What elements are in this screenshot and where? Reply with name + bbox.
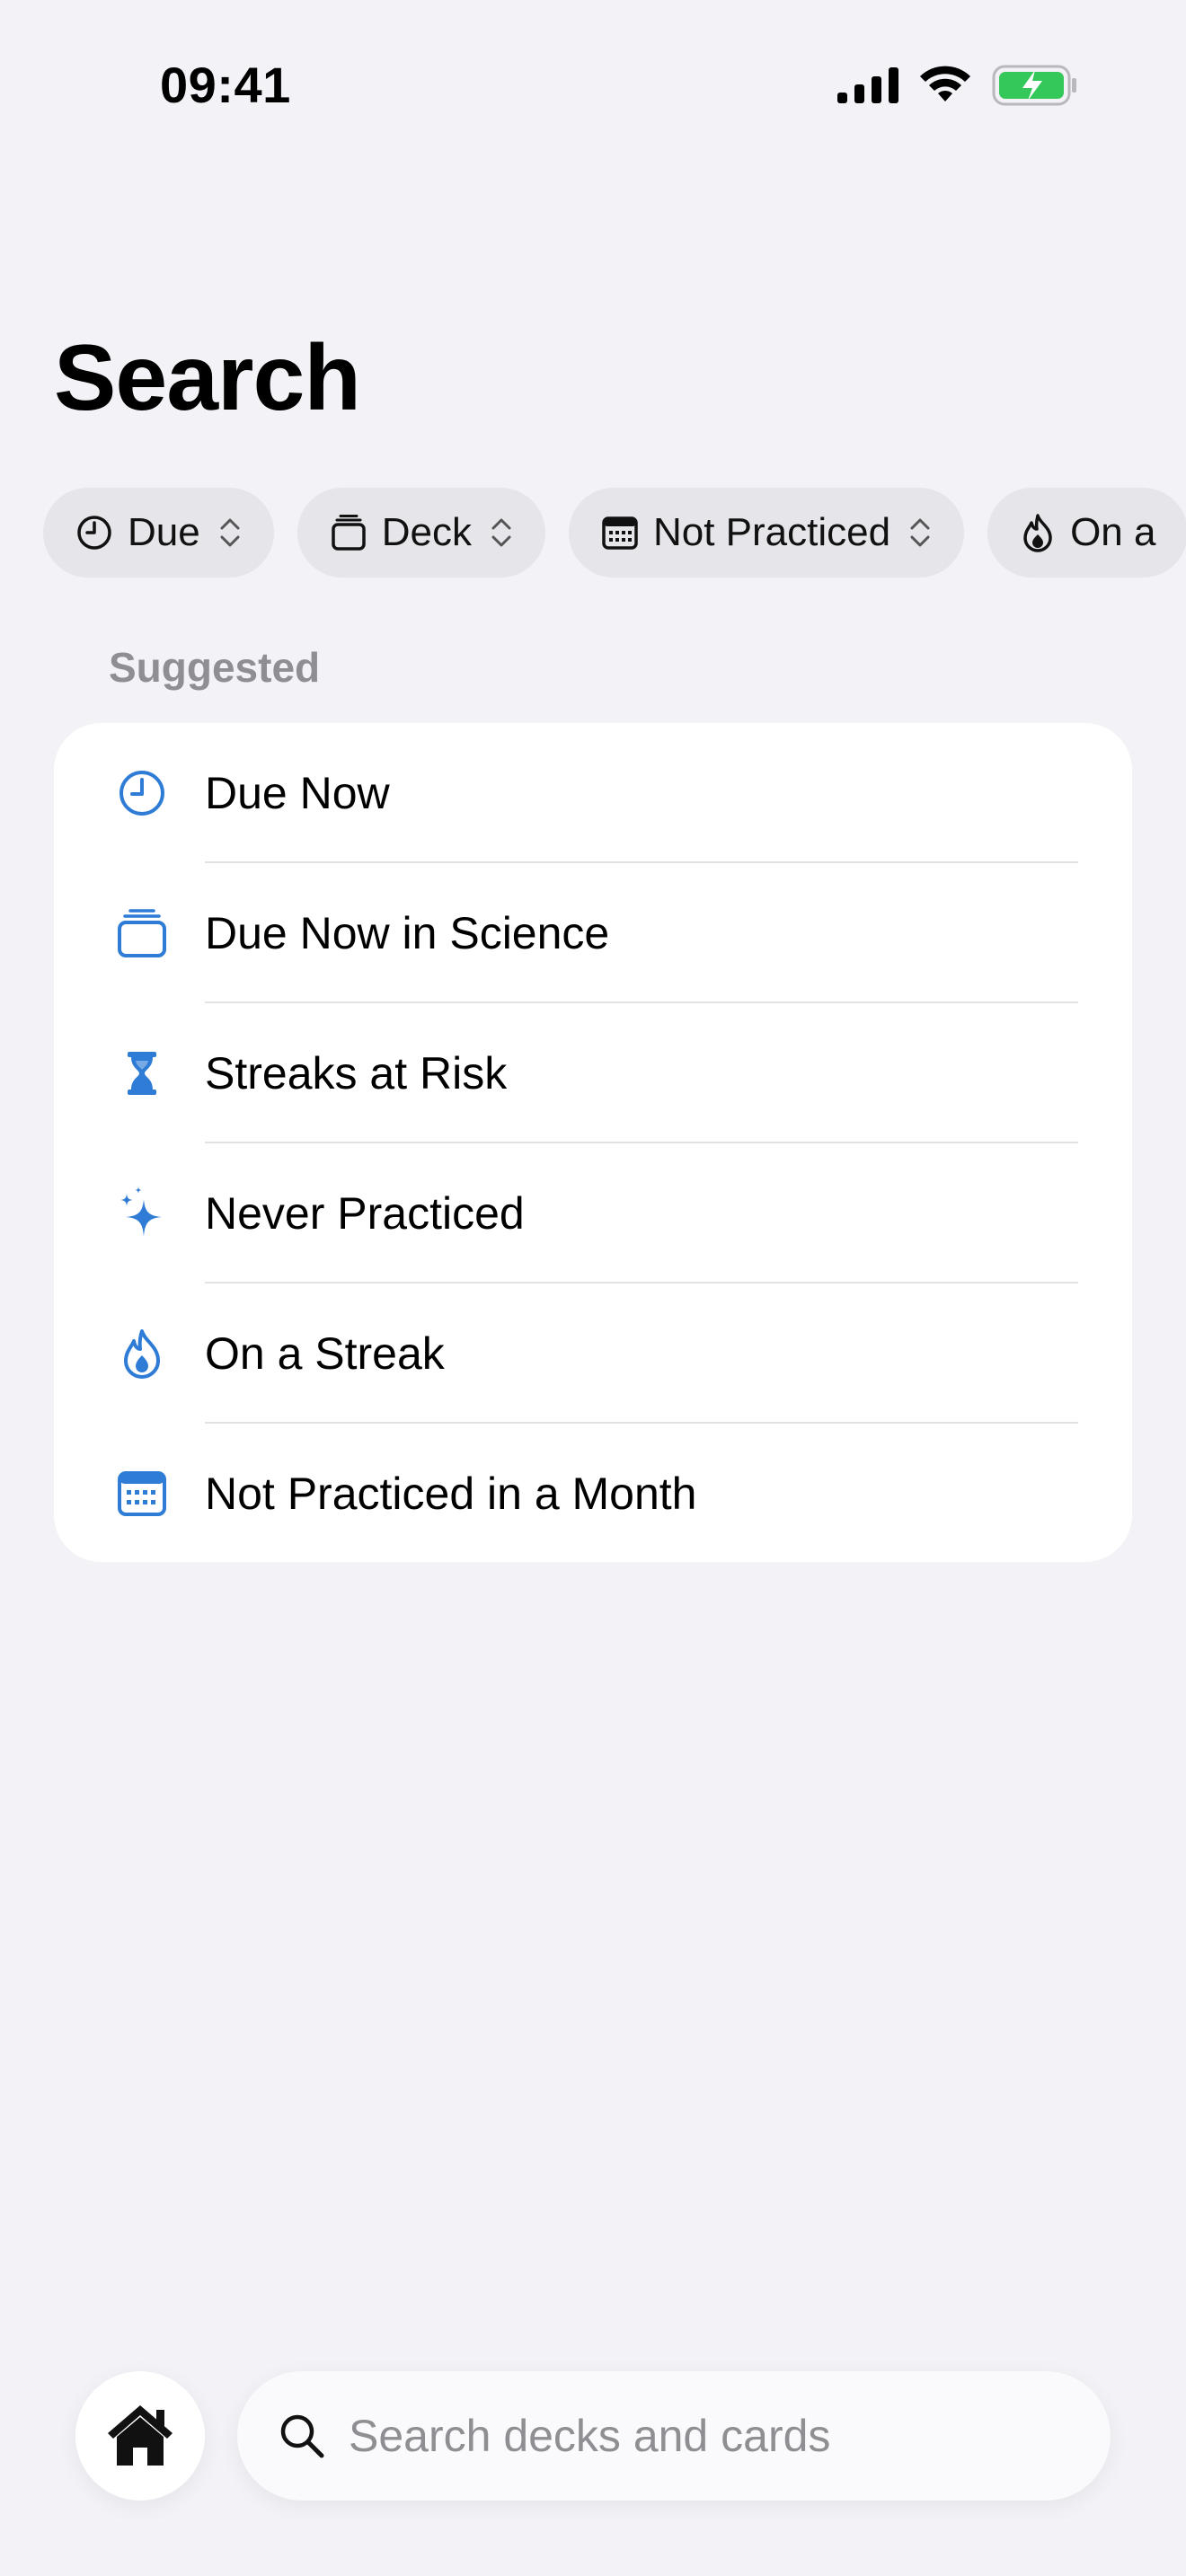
hourglass-icon: [115, 1046, 169, 1100]
suggestion-due-now-in-science[interactable]: Due Now in Science: [54, 863, 1132, 1003]
status-icons: [837, 65, 1078, 106]
calendar-icon: [601, 514, 639, 551]
search-icon: [280, 2414, 324, 2458]
status-time: 09:41: [160, 57, 291, 113]
filter-chip-label: Not Practiced: [652, 510, 891, 554]
page-title: Search: [54, 326, 361, 430]
section-header-suggested: Suggested: [109, 644, 321, 691]
suggestion-never-practiced[interactable]: Never Practiced: [54, 1143, 1132, 1284]
suggestion-label: Due Now: [205, 768, 390, 818]
filter-chip-label: Deck: [381, 510, 472, 554]
cellular-signal-icon: [837, 67, 898, 103]
suggestion-not-practiced-in-a-month[interactable]: Not Practiced in a Month: [54, 1424, 1132, 1562]
chevron-up-down-icon: [218, 515, 242, 551]
house-icon: [108, 2405, 173, 2466]
flame-icon: [115, 1327, 169, 1381]
battery-charging-icon: [992, 65, 1076, 106]
search-input[interactable]: [349, 2371, 1075, 2501]
suggestion-on-a-streak[interactable]: On a Streak: [54, 1284, 1132, 1424]
filter-chip-deck[interactable]: Deck: [296, 488, 545, 578]
filter-chip-not-practiced[interactable]: Not Practiced: [568, 488, 965, 578]
chevron-up-down-icon: [490, 515, 513, 551]
sparkles-icon: [115, 1187, 169, 1240]
filter-chip-label: On a: [1070, 510, 1156, 554]
home-button[interactable]: [75, 2371, 205, 2501]
deck-icon: [330, 514, 367, 551]
search-screen: 09:41 Search Due Deck Not Practiced On a…: [0, 0, 1186, 2576]
search-bar[interactable]: [237, 2371, 1111, 2501]
suggestion-label: Streaks at Risk: [205, 1048, 508, 1098]
filter-chip-due[interactable]: Due: [43, 488, 274, 578]
clock-icon: [115, 766, 169, 820]
suggestion-due-now[interactable]: Due Now: [54, 723, 1132, 863]
suggestion-streaks-at-risk[interactable]: Streaks at Risk: [54, 1003, 1132, 1143]
filter-chip-label: Due: [128, 510, 200, 554]
suggestion-label: On a Streak: [205, 1328, 445, 1379]
wifi-icon: [920, 66, 970, 101]
calendar-icon: [115, 1467, 169, 1521]
suggestion-label: Due Now in Science: [205, 908, 610, 958]
chevron-up-down-icon: [908, 515, 932, 551]
filter-chip-on-a-streak[interactable]: On a: [987, 488, 1186, 578]
suggested-list: Due Now Due Now in Science Streaks at Ri…: [54, 723, 1132, 1562]
suggestion-label: Never Practiced: [205, 1188, 525, 1239]
flame-icon: [1020, 513, 1056, 552]
filter-chips: Due Deck Not Practiced On a: [43, 488, 1186, 578]
deck-stack-icon: [115, 906, 169, 960]
clock-icon: [75, 514, 113, 551]
suggestion-label: Not Practiced in a Month: [205, 1469, 697, 1519]
